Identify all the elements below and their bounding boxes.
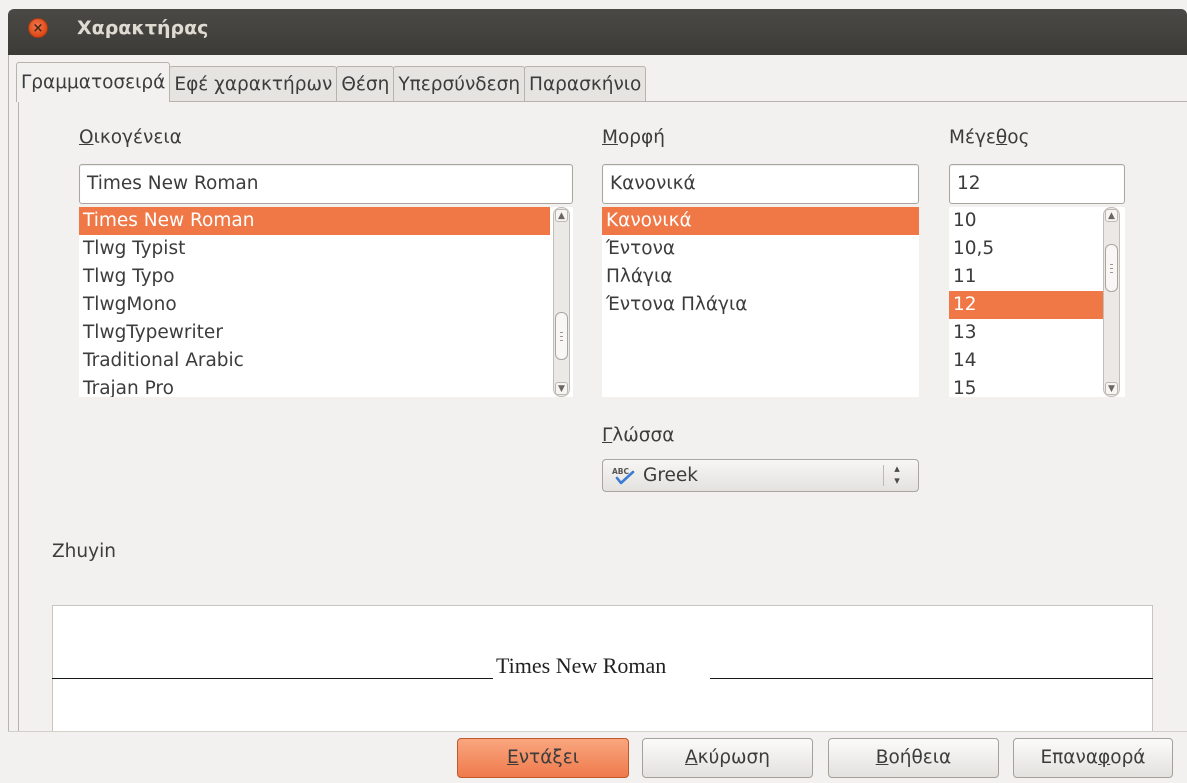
family-label-mnemonic: Ο	[79, 127, 94, 148]
tab-hyperlink[interactable]: Υπερσύνδεση	[393, 66, 526, 102]
zhuyin-label: Zhuyin	[52, 541, 116, 562]
size-label-after: ος	[1007, 127, 1030, 148]
size-label-mnemonic: θ	[995, 127, 1008, 148]
svg-text:ABC: ABC	[612, 467, 630, 476]
size-input[interactable]: 12	[949, 164, 1125, 204]
family-list-item[interactable]: Traditional Arabic	[79, 347, 573, 375]
family-list-item[interactable]: TlwgTypewriter	[79, 319, 573, 347]
style-list[interactable]: Κανονικά Έντονα Πλάγια Έντονα Πλάγια	[602, 207, 919, 397]
family-input[interactable]: Times New Roman	[79, 164, 573, 204]
scroll-thumb[interactable]	[1105, 244, 1118, 292]
language-value: Greek	[643, 465, 699, 486]
cancel-button-label: κύρωση	[697, 747, 770, 768]
style-list-item[interactable]: Έντονα Πλάγια	[602, 291, 919, 319]
style-label: Μορφή	[602, 127, 665, 148]
tab-bar: Γραμματοσειρά Εφέ χαρακτήρων Θέση Υπερσύ…	[16, 62, 647, 102]
scroll-down-icon[interactable]: ▼	[555, 382, 568, 395]
size-list-item[interactable]: 10	[949, 207, 1103, 235]
reset-button-label-after: ορά	[1110, 747, 1146, 768]
preview-text: Times New Roman	[496, 653, 667, 678]
scroll-down-icon[interactable]: ▼	[1105, 382, 1118, 395]
ok-button[interactable]: Εντάξει	[457, 738, 629, 778]
scroll-up-icon[interactable]: ▲	[555, 209, 568, 222]
language-select[interactable]: ABC Greek ▴ ▾	[602, 459, 919, 492]
preview-baseline-right	[710, 678, 1153, 679]
scroll-thumb[interactable]	[555, 312, 568, 360]
size-list-item[interactable]: 14	[949, 347, 1103, 375]
style-input[interactable]: Κανονικά	[602, 164, 919, 204]
spellcheck-abc-icon: ABC	[612, 467, 635, 485]
size-list-item[interactable]: 15	[949, 375, 1103, 397]
preview-baseline-left	[52, 678, 493, 679]
family-list-item[interactable]: Times New Roman	[79, 207, 550, 235]
family-list[interactable]: Times New Roman Tlwg Typist Tlwg Typo Tl…	[79, 207, 573, 397]
style-label-rest: ορφή	[617, 127, 665, 148]
reset-button[interactable]: Επαναφορά	[1013, 738, 1173, 778]
language-label: Γλώσσα	[602, 425, 674, 446]
scroll-up-icon[interactable]: ▲	[1105, 209, 1118, 222]
style-list-item[interactable]: Κανονικά	[602, 207, 919, 235]
family-list-item[interactable]: Trajan Pro	[79, 375, 573, 397]
size-list-item[interactable]: 12	[949, 291, 1103, 319]
size-list-item[interactable]: 11	[949, 263, 1103, 291]
cancel-button[interactable]: Ακύρωση	[642, 738, 813, 778]
language-label-rest: λώσσα	[612, 425, 675, 446]
up-down-arrows-icon: ▴ ▾	[894, 462, 900, 487]
family-list-item[interactable]: TlwgMono	[79, 291, 573, 319]
tab-font-effects[interactable]: Εφέ χαρακτήρων	[169, 66, 338, 102]
window-title: Χαρακτήρας	[77, 17, 209, 39]
style-list-item[interactable]: Έντονα	[602, 235, 919, 263]
combo-separator	[883, 465, 884, 486]
help-button-label: οήθεια	[888, 747, 952, 768]
tab-position[interactable]: Θέση	[336, 66, 395, 102]
cancel-button-mnemonic: Α	[685, 747, 698, 768]
family-label: Οικογένεια	[79, 127, 182, 148]
tab-font[interactable]: Γραμματοσειρά	[16, 62, 171, 102]
style-list-item[interactable]: Πλάγια	[602, 263, 919, 291]
family-list-item[interactable]: Tlwg Typo	[79, 263, 573, 291]
help-button-mnemonic: Β	[875, 747, 889, 768]
family-label-rest: ικογένεια	[93, 127, 182, 148]
close-icon[interactable]: ×	[28, 18, 48, 38]
size-scrollbar[interactable]: ▲ ▼	[1103, 207, 1120, 397]
family-list-item[interactable]: Tlwg Typist	[79, 235, 573, 263]
ok-button-label: ντάξει	[518, 747, 579, 768]
size-label-before: Μέγε	[949, 127, 996, 148]
reset-button-label-before: Επανα	[1040, 747, 1099, 768]
style-label-mnemonic: Μ	[602, 127, 618, 148]
size-list[interactable]: 10 10,5 11 12 13 14 15	[949, 207, 1125, 397]
family-scrollbar[interactable]: ▲ ▼	[553, 207, 570, 397]
reset-button-mnemonic: φ	[1098, 747, 1111, 768]
size-list-item[interactable]: 13	[949, 319, 1103, 347]
language-label-mnemonic: Γ	[602, 425, 613, 446]
size-label: Μέγεθος	[949, 127, 1029, 148]
ok-button-mnemonic: Ε	[507, 747, 519, 768]
tab-background[interactable]: Παρασκήνιο	[524, 66, 647, 102]
help-button[interactable]: Βοήθεια	[828, 738, 999, 778]
size-list-item[interactable]: 10,5	[949, 235, 1103, 263]
